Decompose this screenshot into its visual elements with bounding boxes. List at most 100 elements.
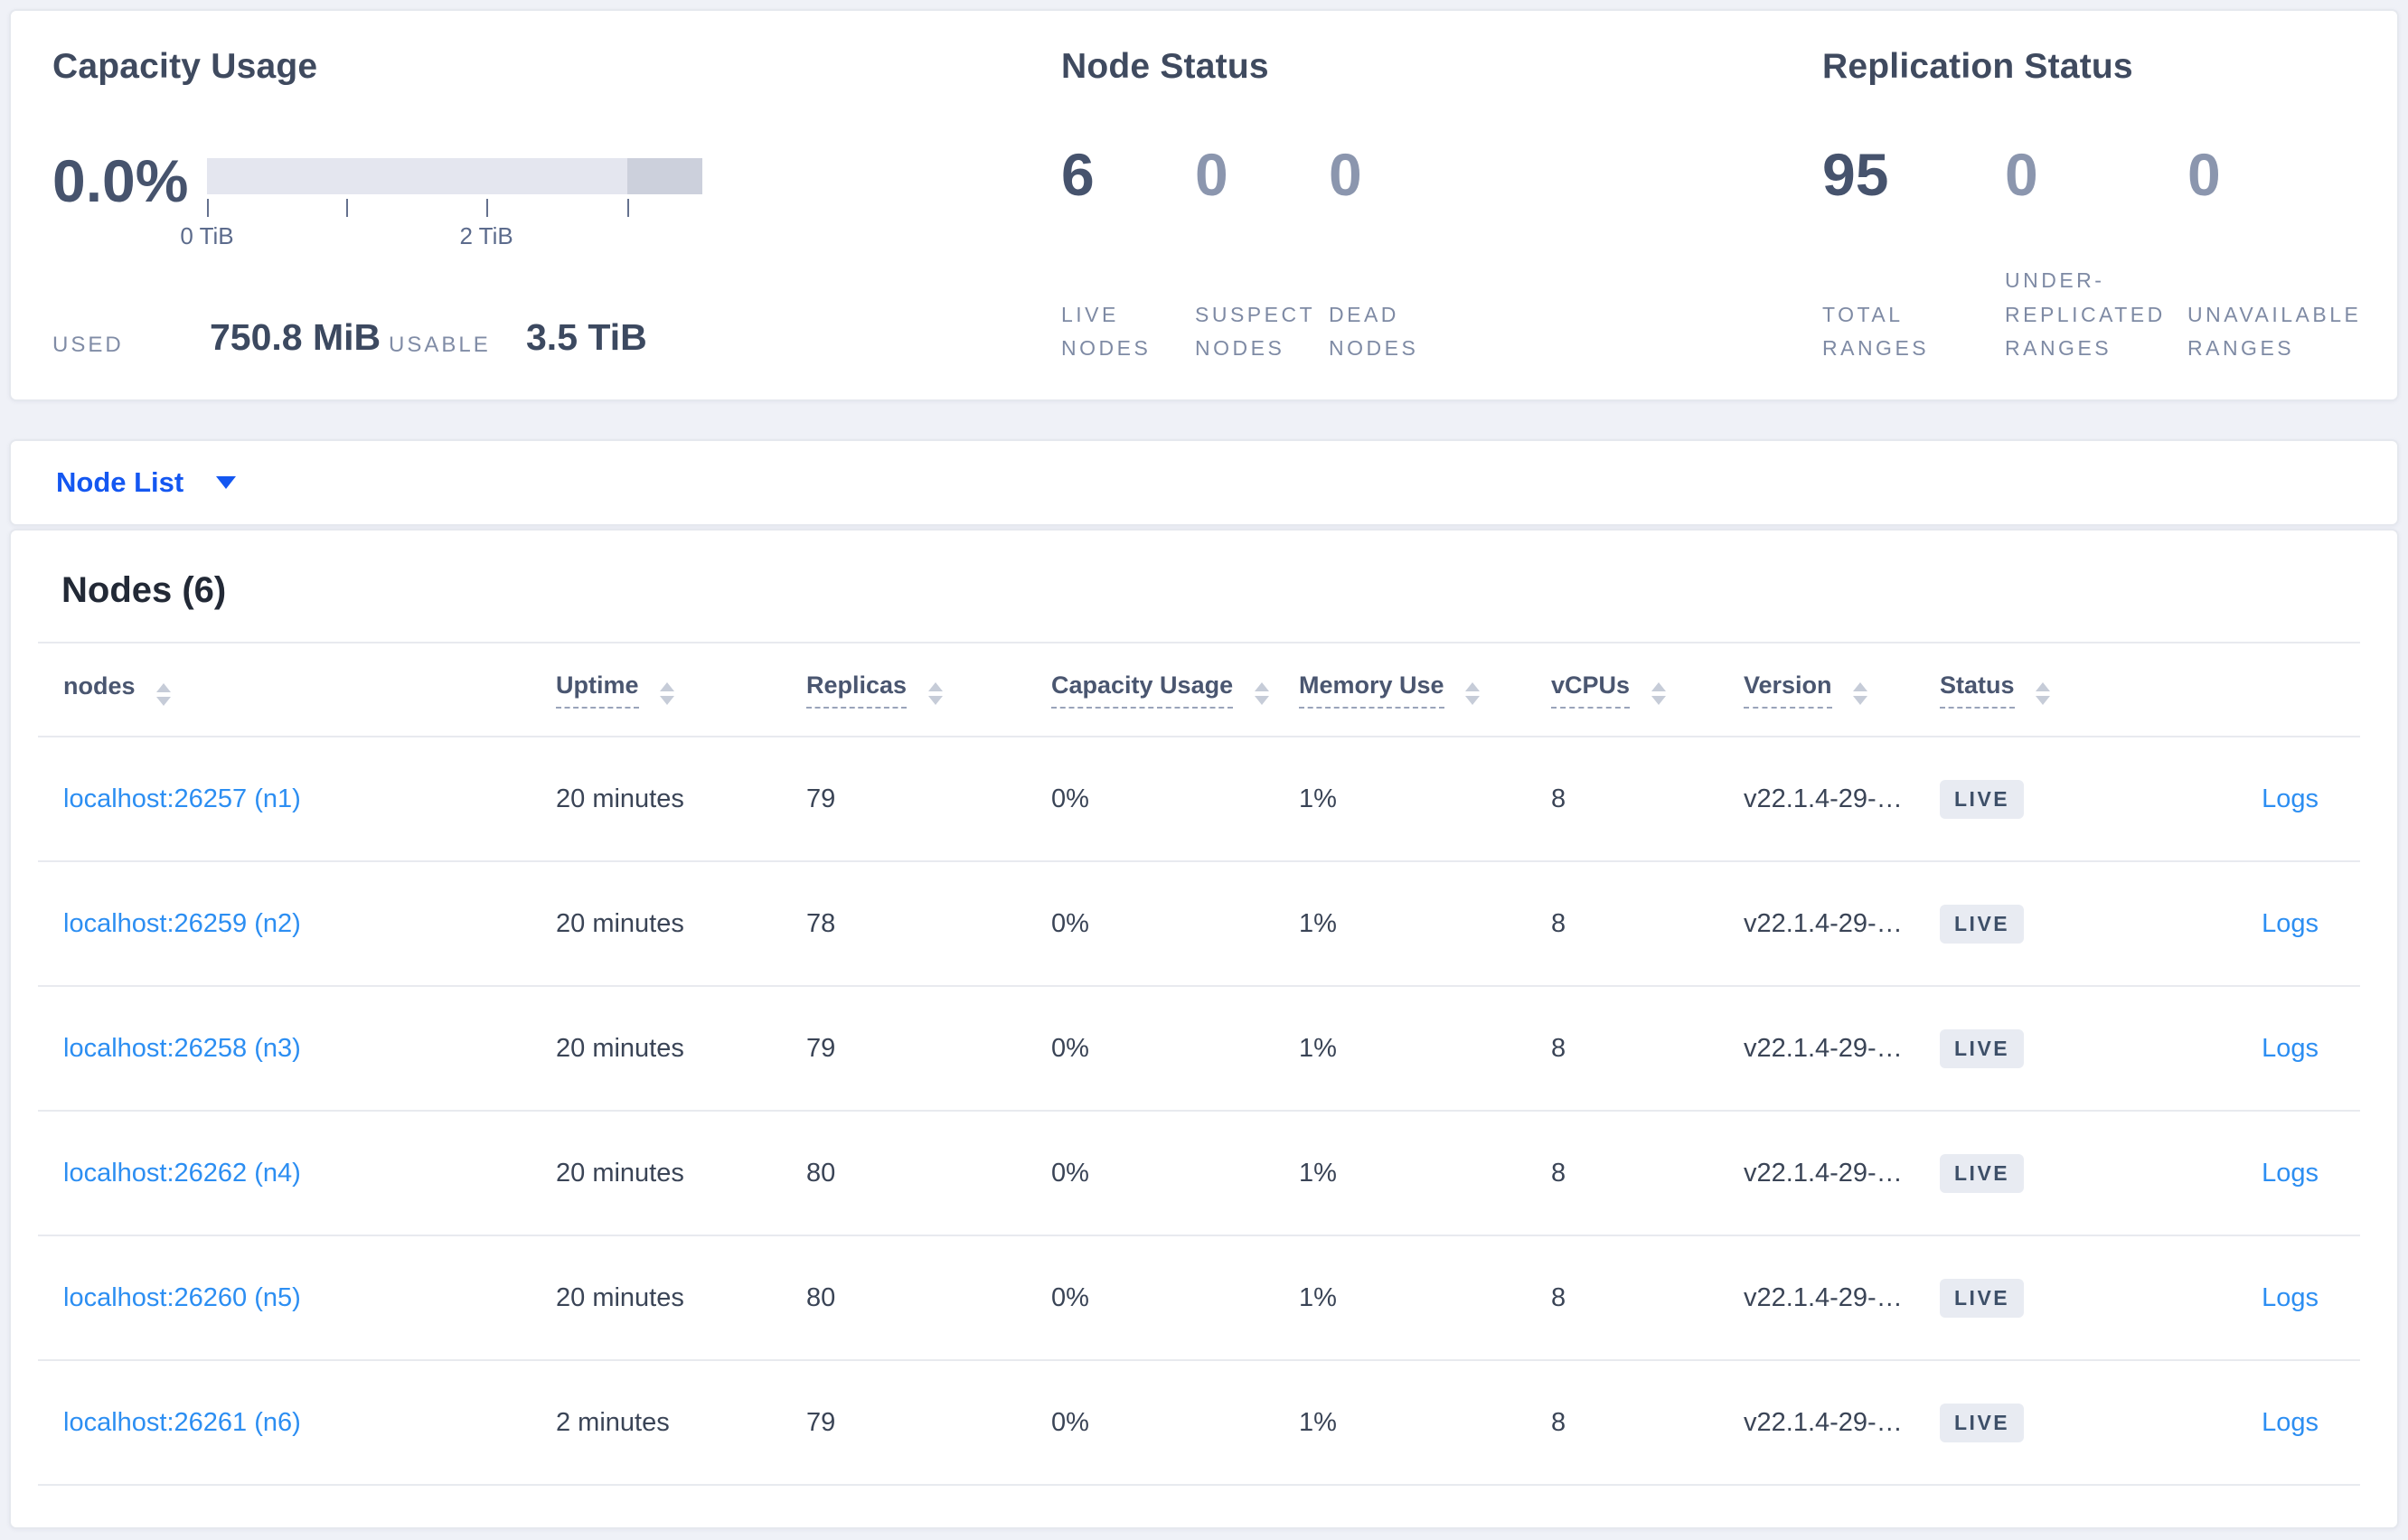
memory-use-cell: 1% xyxy=(1274,861,1526,987)
table-row: localhost:26261 (n6) 2 minutes 79 0% 1% … xyxy=(38,1360,2360,1486)
sort-icon xyxy=(927,681,943,705)
usable-label: USABLE xyxy=(389,333,491,357)
vcpus-cell: 8 xyxy=(1526,986,1718,1112)
capacity-usage-cell: 0% xyxy=(1026,986,1274,1112)
node-status-title: Node Status xyxy=(1061,47,1269,86)
axis-tick xyxy=(345,199,348,217)
sort-icon xyxy=(2036,681,2051,705)
memory-use-cell: 1% xyxy=(1274,986,1526,1112)
column-header-capacity-usage[interactable]: Capacity Usage xyxy=(1026,642,1274,737)
unavailable-ranges-stat: 0 UNAVAILABLE RANGES xyxy=(2187,145,2370,365)
status-cell: LIVE xyxy=(1914,1111,2131,1236)
total-ranges-value: 95 xyxy=(1822,141,1889,208)
used-value: 750.8 MiB xyxy=(210,316,381,358)
chevron-down-icon xyxy=(216,476,237,489)
nodes-table: nodes Uptime Replicas Capacity Usage Mem… xyxy=(38,642,2360,1486)
memory-use-cell: 1% xyxy=(1274,1111,1526,1236)
vcpus-cell: 8 xyxy=(1526,1111,1718,1236)
total-ranges-stat: 95 TOTAL RANGES xyxy=(1822,145,2005,365)
memory-use-cell: 1% xyxy=(1274,1360,1526,1486)
capacity-bar xyxy=(207,158,702,194)
uptime-cell: 20 minutes xyxy=(531,986,781,1112)
node-link[interactable]: localhost:26261 (n6) xyxy=(63,1408,301,1437)
column-header-version[interactable]: Version xyxy=(1718,642,1914,737)
logs-link[interactable]: Logs xyxy=(2262,909,2319,938)
replicas-cell: 80 xyxy=(781,1111,1026,1236)
logs-link[interactable]: Logs xyxy=(2262,784,2319,813)
dead-nodes-stat: 0 DEAD NODES xyxy=(1329,145,1463,365)
status-cell: LIVE xyxy=(1914,1235,2131,1361)
logs-link[interactable]: Logs xyxy=(2262,1408,2319,1437)
table-header-row: nodes Uptime Replicas Capacity Usage Mem… xyxy=(38,642,2360,737)
axis-tick xyxy=(207,199,209,217)
uptime-cell: 2 minutes xyxy=(531,1360,781,1486)
suspect-nodes-label: SUSPECT NODES xyxy=(1195,302,1315,360)
under-replicated-ranges-label: UNDER-REPLICATED RANGES xyxy=(2005,268,2166,360)
status-badge: LIVE xyxy=(1940,1028,2025,1068)
capacity-usage-cell: 0% xyxy=(1026,1360,1274,1486)
logs-link[interactable]: Logs xyxy=(2262,1283,2319,1312)
column-header-vcpus[interactable]: vCPUs xyxy=(1526,642,1718,737)
live-nodes-value: 6 xyxy=(1061,141,1095,208)
logs-cell: Logs xyxy=(2131,1360,2360,1486)
capacity-usage-cell: 0% xyxy=(1026,1111,1274,1236)
sort-icon xyxy=(1651,681,1666,705)
cluster-summary-card: Capacity Usage 0.0% 0 TiB 2 TiB USED 750.… xyxy=(9,9,2399,401)
logs-cell: Logs xyxy=(2131,861,2360,987)
version-cell: v22.1.4-29-g… xyxy=(1718,1111,1914,1236)
sort-icon xyxy=(1254,681,1269,705)
node-link[interactable]: localhost:26258 (n3) xyxy=(63,1034,301,1063)
column-header-status[interactable]: Status xyxy=(1914,642,2131,737)
capacity-percent: 0.0% xyxy=(52,147,189,214)
logs-link[interactable]: Logs xyxy=(2262,1159,2319,1188)
usable-value: 3.5 TiB xyxy=(526,316,647,358)
replicas-cell: 78 xyxy=(781,861,1026,987)
suspect-nodes-stat: 0 SUSPECT NODES xyxy=(1195,145,1329,365)
column-header-memory-use[interactable]: Memory Use xyxy=(1274,642,1526,737)
node-list-dropdown[interactable]: Node List xyxy=(56,466,237,499)
dead-nodes-label: DEAD NODES xyxy=(1329,302,1419,360)
column-header-replicas[interactable]: Replicas xyxy=(781,642,1026,737)
suspect-nodes-value: 0 xyxy=(1195,141,1228,208)
vcpus-cell: 8 xyxy=(1526,1235,1718,1361)
version-cell: v22.1.4-29-g… xyxy=(1718,737,1914,862)
axis-tick xyxy=(627,199,630,217)
replicas-cell: 80 xyxy=(781,1235,1026,1361)
table-row: localhost:26258 (n3) 20 minutes 79 0% 1%… xyxy=(38,986,2360,1112)
capacity-usage-values: USED 750.8 MiB USABLE 3.5 TiB xyxy=(52,315,739,369)
logs-cell: Logs xyxy=(2131,986,2360,1112)
status-badge: LIVE xyxy=(1940,904,2025,944)
table-row: localhost:26259 (n2) 20 minutes 78 0% 1%… xyxy=(38,861,2360,987)
column-header-uptime[interactable]: Uptime xyxy=(531,642,781,737)
node-link[interactable]: localhost:26257 (n1) xyxy=(63,784,301,813)
logs-cell: Logs xyxy=(2131,1235,2360,1361)
status-cell: LIVE xyxy=(1914,986,2131,1112)
used-label: USED xyxy=(52,333,124,357)
logs-cell: Logs xyxy=(2131,1111,2360,1236)
capacity-usage-section: Capacity Usage 0.0% 0 TiB 2 TiB USED 750.… xyxy=(52,11,739,399)
node-list-dropdown-label: Node List xyxy=(56,466,184,498)
under-replicated-ranges-stat: 0 UNDER-REPLICATED RANGES xyxy=(2005,145,2187,365)
node-link[interactable]: localhost:26262 (n4) xyxy=(63,1159,301,1188)
replicas-cell: 79 xyxy=(781,737,1026,862)
table-row: localhost:26260 (n5) 20 minutes 80 0% 1%… xyxy=(38,1235,2360,1361)
status-badge: LIVE xyxy=(1940,779,2025,819)
vcpus-cell: 8 xyxy=(1526,861,1718,987)
version-cell: v22.1.4-29-g… xyxy=(1718,1235,1914,1361)
column-header-nodes[interactable]: nodes xyxy=(38,642,531,737)
capacity-bar-axis: 0 TiB 2 TiB xyxy=(180,199,702,253)
node-link[interactable]: localhost:26259 (n2) xyxy=(63,909,301,938)
replication-status-section: Replication Status 95 TOTAL RANGES 0 UND… xyxy=(1822,11,2401,399)
table-row: localhost:26262 (n4) 20 minutes 80 0% 1%… xyxy=(38,1111,2360,1236)
sort-icon xyxy=(660,681,675,705)
status-badge: LIVE xyxy=(1940,1403,2025,1442)
node-link[interactable]: localhost:26260 (n5) xyxy=(63,1283,301,1312)
uptime-cell: 20 minutes xyxy=(531,1111,781,1236)
replicas-cell: 79 xyxy=(781,986,1026,1112)
memory-use-cell: 1% xyxy=(1274,1235,1526,1361)
logs-link[interactable]: Logs xyxy=(2262,1034,2319,1063)
uptime-cell: 20 minutes xyxy=(531,861,781,987)
sort-icon xyxy=(1465,681,1481,705)
status-badge: LIVE xyxy=(1940,1153,2025,1193)
vcpus-cell: 8 xyxy=(1526,737,1718,862)
